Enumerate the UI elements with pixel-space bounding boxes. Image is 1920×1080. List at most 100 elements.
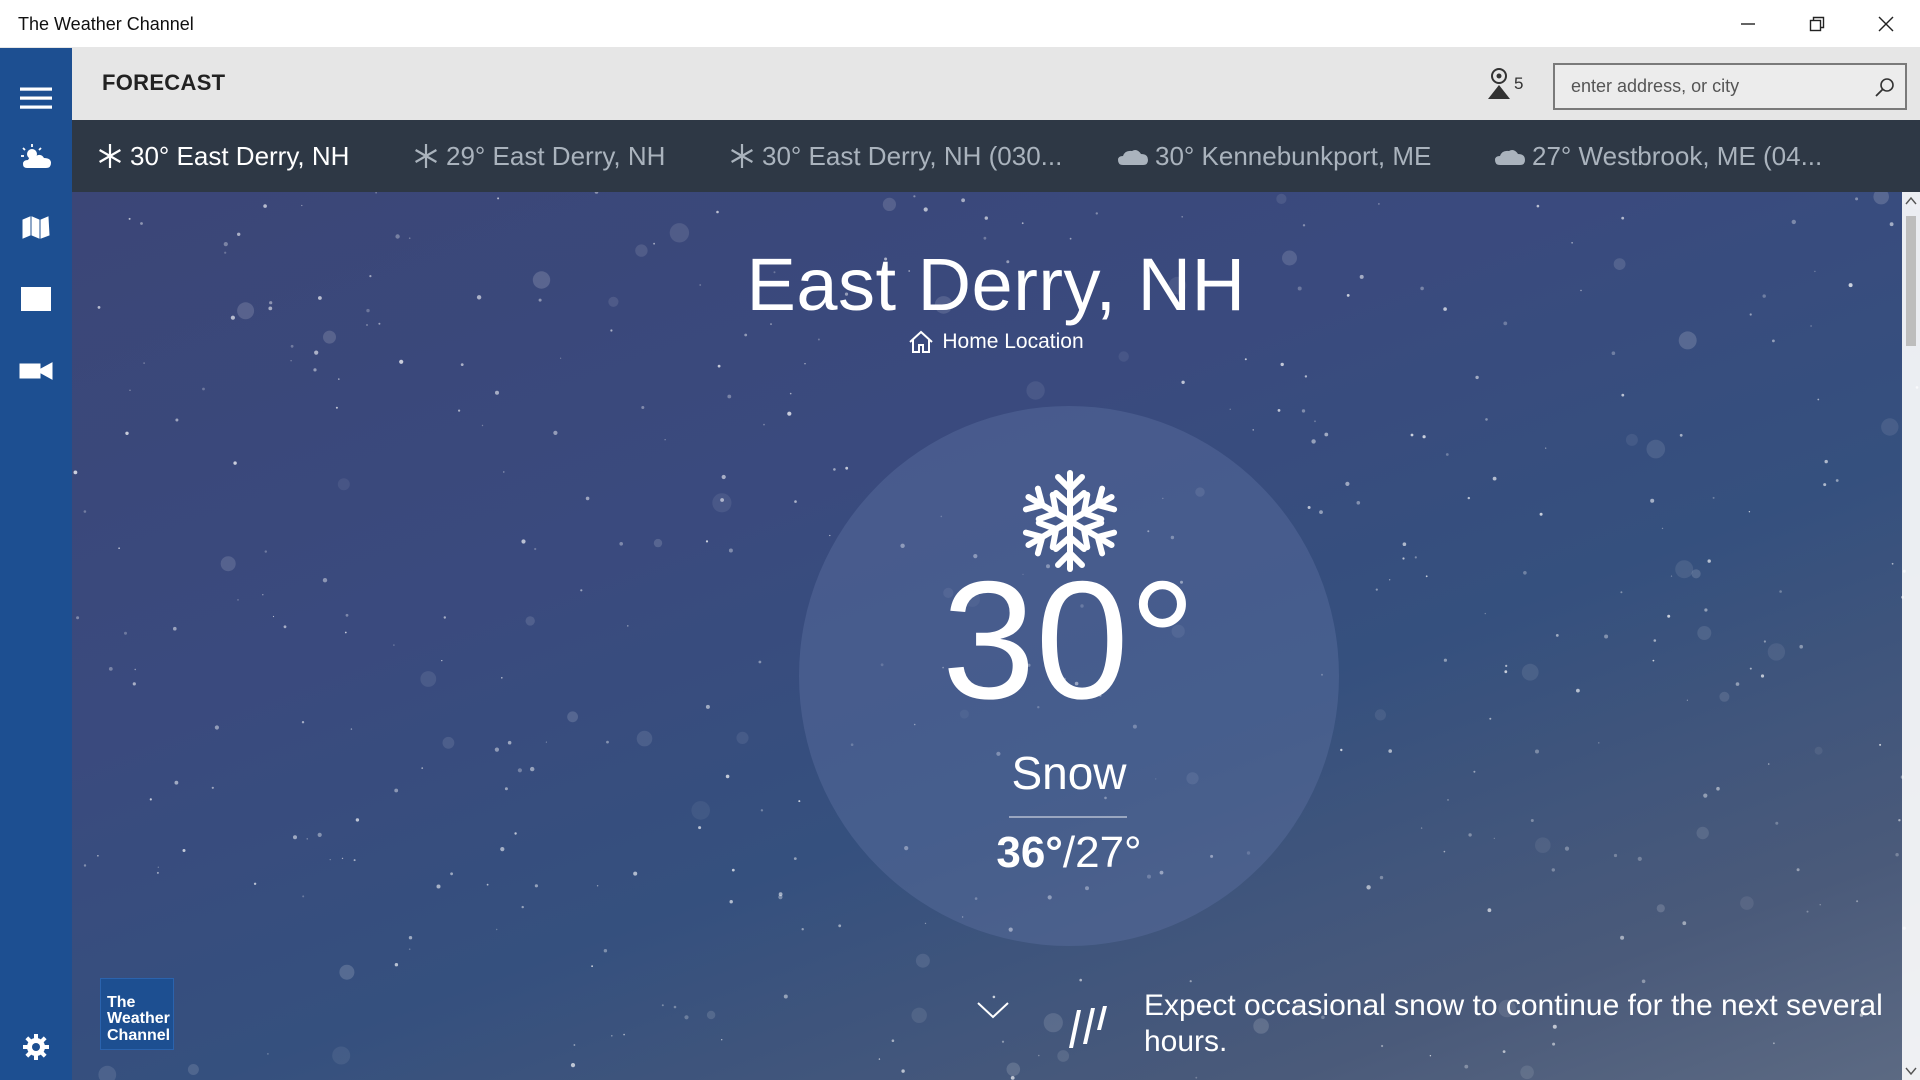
snow-particle — [1302, 224, 1306, 227]
title-bar: The Weather Channel — [0, 0, 1920, 48]
snow-particle — [736, 731, 749, 745]
nav-video[interactable] — [0, 336, 72, 406]
app-title: The Weather Channel — [18, 14, 194, 34]
snow-particle — [653, 538, 663, 548]
snow-particle — [1530, 819, 1534, 822]
snow-particle — [1389, 579, 1391, 581]
close-button[interactable] — [1851, 0, 1920, 48]
snowflake-icon — [99, 144, 121, 168]
snow-particle — [460, 363, 464, 366]
snow-particle — [1598, 742, 1600, 744]
location-tab[interactable]: 27° Westbrook, ME (04... — [1494, 120, 1822, 192]
snow-particle — [623, 1033, 625, 1036]
snow-particle — [1195, 1076, 1198, 1079]
snow-particle — [833, 468, 836, 471]
forecast-summary: Expect occasional snow to continue for t… — [1144, 989, 1883, 1058]
snow-particle — [716, 210, 719, 214]
snow-particle — [1443, 658, 1447, 662]
snow-particle — [633, 871, 638, 876]
snow-particle — [1475, 375, 1479, 380]
snow-particle — [717, 364, 721, 368]
cloud-icon — [1118, 150, 1148, 165]
search-input[interactable] — [1555, 65, 1855, 108]
snow-particle — [1817, 398, 1820, 401]
location-tab[interactable]: 30° East Derry, NH (030... — [728, 120, 1062, 192]
restore-button[interactable] — [1782, 0, 1851, 48]
snow-particle — [923, 207, 928, 212]
snow-particle — [1445, 453, 1449, 456]
snow-particle — [1319, 510, 1323, 514]
high-low-temps: 36°/27° — [799, 828, 1339, 878]
chevron-down-icon[interactable] — [976, 1000, 1010, 1020]
nav-news[interactable] — [0, 264, 72, 334]
snow-particle — [641, 406, 645, 409]
snow-particle — [1716, 786, 1720, 791]
snow-particle — [1835, 479, 1839, 482]
snow-particle — [442, 736, 455, 749]
snow-particle — [1539, 512, 1543, 516]
snow-particle — [1740, 896, 1754, 910]
scroll-down-icon[interactable] — [1905, 1066, 1917, 1076]
snow-particle — [1824, 459, 1828, 464]
snow-particle — [1181, 380, 1185, 384]
snow-particle — [1637, 856, 1642, 862]
minimize-button[interactable] — [1713, 0, 1782, 48]
snow-particle — [1493, 837, 1495, 840]
nav-maps[interactable] — [0, 192, 72, 262]
location-tab[interactable]: 30° East Derry, NH — [96, 120, 349, 192]
snow-particle — [301, 721, 305, 724]
snow-particle — [496, 928, 498, 931]
snow-particle — [441, 660, 443, 662]
snow-particle — [1879, 743, 1882, 746]
map-icon — [22, 216, 50, 239]
snow-particle — [961, 198, 965, 203]
snow-particle — [1487, 908, 1492, 913]
home-icon — [909, 330, 934, 353]
snow-particle — [778, 895, 783, 900]
restore-icon — [1809, 16, 1824, 32]
snow-particle — [443, 616, 446, 619]
snow-particle — [545, 741, 547, 743]
snow-particle — [420, 671, 437, 687]
snow-particle — [793, 857, 797, 860]
snow-particle — [1038, 1054, 1040, 1057]
location-count: 5 — [1514, 74, 1524, 93]
snow-particle — [1447, 799, 1449, 801]
snow-particle — [1375, 588, 1378, 591]
snow-particle — [1621, 393, 1625, 397]
scroll-thumb[interactable] — [1906, 216, 1916, 346]
snowflake-icon — [415, 144, 437, 168]
scroll-up-icon[interactable] — [1905, 196, 1917, 206]
search-icon[interactable] — [1875, 77, 1895, 97]
snow-particle — [1791, 219, 1797, 225]
snow-particle — [500, 847, 505, 852]
snow-particle — [503, 471, 505, 473]
search-box[interactable] — [1553, 63, 1907, 110]
snow-particle — [293, 835, 297, 840]
snow-particle — [603, 949, 608, 953]
snow-particle — [727, 394, 732, 399]
snow-particle — [1891, 562, 1894, 565]
snow-particle — [560, 357, 562, 359]
weather-channel-logo[interactable]: The Weather Channel — [100, 978, 174, 1050]
snow-particle — [669, 223, 690, 243]
location-tab[interactable]: 29° East Derry, NH — [412, 120, 665, 192]
snow-particle — [1620, 935, 1625, 940]
settings-button[interactable] — [0, 1012, 72, 1080]
snow-particle — [664, 439, 666, 441]
snow-particle — [1010, 1076, 1015, 1080]
snow-particle — [1043, 1013, 1063, 1033]
snow-particle — [1340, 748, 1343, 752]
snow-particle — [691, 801, 710, 820]
location-tab[interactable]: 30° Kennebunkport, ME — [1117, 120, 1431, 192]
snow-particle — [1521, 663, 1539, 681]
snow-particle — [262, 594, 264, 596]
snow-particle — [481, 424, 484, 427]
snow-particle — [1356, 501, 1361, 505]
snow-particle — [1661, 527, 1664, 530]
nav-forecast[interactable] — [0, 122, 72, 192]
snow-particle — [393, 644, 395, 646]
scrollbar[interactable] — [1902, 192, 1920, 1080]
snow-particle — [804, 363, 806, 365]
snow-particle — [1682, 921, 1687, 926]
